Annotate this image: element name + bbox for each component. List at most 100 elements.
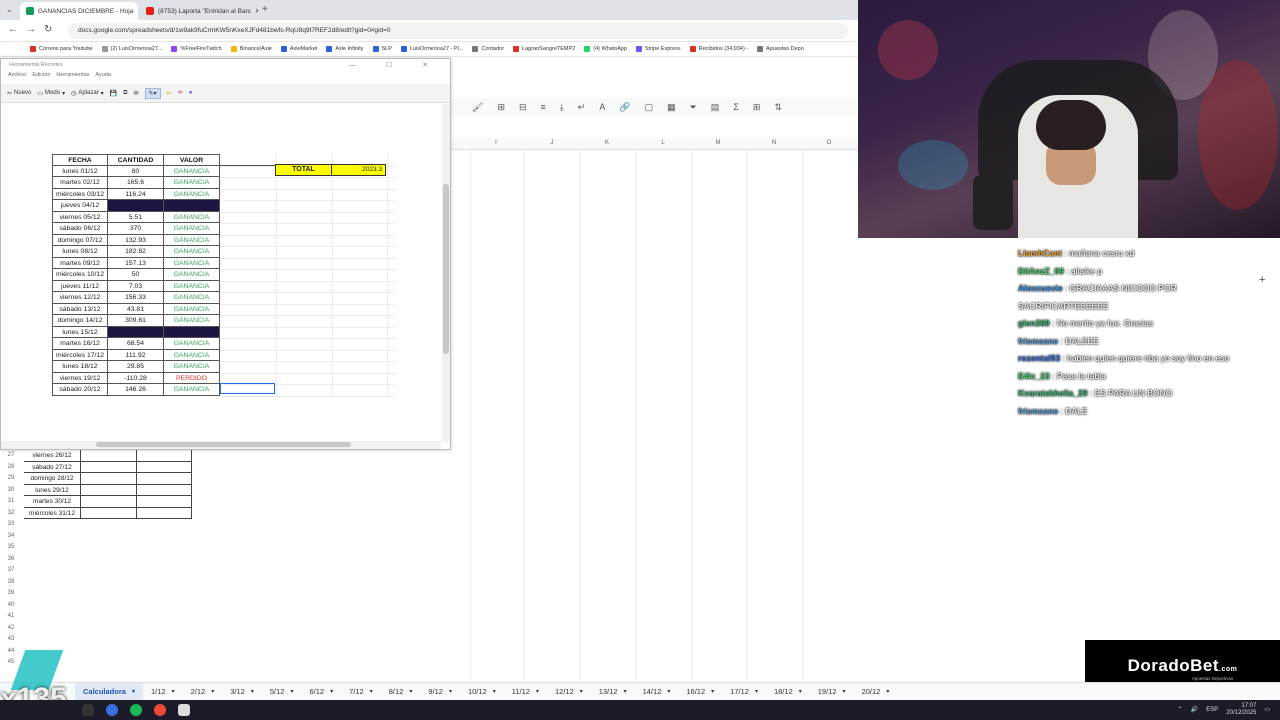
- column-header[interactable]: J: [547, 140, 557, 146]
- filter-views-icon[interactable]: ▤: [711, 102, 720, 113]
- wifi-icon[interactable]: ⌃: [1178, 707, 1183, 714]
- amount-cell[interactable]: 157.13: [108, 257, 164, 269]
- date-cell[interactable]: miércoles 31/12: [24, 507, 81, 519]
- value-cell[interactable]: GANANCIA: [164, 165, 220, 177]
- date-cell[interactable]: domingo 14/12: [52, 315, 108, 327]
- value-cell[interactable]: GANANCIA: [164, 269, 220, 281]
- sheet-tab[interactable]: 13/12 ▾: [591, 683, 635, 701]
- amount-cell[interactable]: 156.33: [108, 292, 164, 304]
- sheet-tab[interactable]: 17/12 ▾: [722, 683, 766, 701]
- date-cell[interactable]: sábado 20/12: [52, 384, 108, 396]
- value-cell[interactable]: GANANCIA: [164, 315, 220, 327]
- date-cell[interactable]: domingo 28/12: [24, 473, 81, 485]
- chevron-down-icon[interactable]: ▾: [449, 688, 452, 695]
- amount-cell[interactable]: 7.03: [108, 280, 164, 292]
- sheet-tab[interactable]: 8/12 ▾: [381, 683, 421, 701]
- value-cell[interactable]: [136, 461, 192, 473]
- date-cell[interactable]: lunes 01/12: [52, 165, 108, 177]
- date-cell[interactable]: miércoles 03/12: [52, 188, 108, 200]
- menu-item[interactable]: Archivo: [8, 72, 26, 82]
- value-cell[interactable]: GANANCIA: [164, 280, 220, 292]
- merge-icon[interactable]: ⊟: [519, 102, 527, 113]
- bookmark-item[interactable]: %FreeFireTwitch: [171, 46, 222, 52]
- app-icon[interactable]: [178, 704, 190, 716]
- save-icon[interactable]: 💾: [110, 90, 117, 97]
- date-cell[interactable]: viernes 26/12: [24, 450, 81, 462]
- bookmark-item[interactable]: AxieMarket: [280, 46, 317, 52]
- chat-username[interactable]: Alexcusvie: [1018, 283, 1062, 293]
- function-icon[interactable]: Σ: [733, 102, 739, 112]
- spotify-icon[interactable]: [130, 704, 142, 716]
- date-cell[interactable]: martes 16/12: [52, 338, 108, 350]
- sheet-tab[interactable]: 7/12 ▾: [341, 683, 381, 701]
- snipping-tool-window[interactable]: Herramienta Recortes — ☐ ✕ Archivo Edició…: [0, 58, 451, 450]
- scrollbar-thumb[interactable]: [443, 184, 449, 354]
- value-cell[interactable]: [136, 496, 192, 508]
- new-button[interactable]: ✂ Nuevo: [7, 90, 31, 97]
- value-cell[interactable]: GANANCIA: [164, 234, 220, 246]
- paint3d-icon[interactable]: ●: [189, 90, 193, 96]
- chat-username[interactable]: Kvaratskhelia_29: [1018, 388, 1087, 398]
- date-cell[interactable]: sábado 06/12: [52, 223, 108, 235]
- chevron-down-icon[interactable]: ▾: [799, 688, 802, 695]
- chevron-down-icon[interactable]: ▾: [330, 688, 333, 695]
- chevron-down-icon[interactable]: ▾: [211, 688, 214, 695]
- amount-cell[interactable]: -110.28: [108, 372, 164, 384]
- paint-format-icon[interactable]: 🖌: [472, 102, 483, 113]
- notification-icon[interactable]: ▭: [1264, 707, 1270, 714]
- amount-cell[interactable]: 68.54: [108, 338, 164, 350]
- value-cell[interactable]: [136, 484, 192, 496]
- amount-cell[interactable]: 116.24: [108, 188, 164, 200]
- sheet-tab[interactable]: 19/12 ▾: [810, 683, 854, 701]
- chevron-down-icon[interactable]: ▾: [251, 688, 254, 695]
- value-cell[interactable]: [164, 200, 220, 212]
- chat-username[interactable]: E4ic_23: [1018, 371, 1050, 381]
- amount-cell[interactable]: [81, 473, 137, 485]
- amount-cell[interactable]: 29.85: [108, 361, 164, 373]
- text-color-icon[interactable]: A: [599, 102, 605, 112]
- bookmark-item[interactable]: Contador: [472, 46, 504, 52]
- column-header[interactable]: N: [769, 140, 779, 146]
- sheet-tab[interactable]: 1/12 ▾: [143, 683, 183, 701]
- taskview-icon[interactable]: [82, 704, 94, 716]
- chevron-down-icon[interactable]: ▾: [290, 688, 293, 695]
- amount-cell[interactable]: 50: [108, 269, 164, 281]
- menu-item[interactable]: Herramientas: [56, 72, 89, 82]
- column-header[interactable]: O: [824, 140, 834, 146]
- sheet-tab[interactable]: 12/12 ▾: [547, 683, 591, 701]
- value-cell[interactable]: [136, 507, 192, 519]
- date-cell[interactable]: domingo 07/12: [52, 234, 108, 246]
- amount-cell[interactable]: [81, 496, 137, 508]
- amount-cell[interactable]: 182.82: [108, 246, 164, 258]
- bookmark-item[interactable]: (4) WhatsApp: [584, 46, 627, 52]
- bookmark-item[interactable]: LagranSangreTEMP2: [513, 46, 575, 52]
- filter-icon[interactable]: ⏷: [690, 102, 697, 113]
- chat-username[interactable]: LlamhCant: [1018, 248, 1062, 258]
- reload-icon[interactable]: ↻: [44, 24, 52, 35]
- bookmark-item[interactable]: LuisOrmenoa27 - Pl...: [400, 46, 463, 52]
- date-cell[interactable]: lunes 08/12: [52, 246, 108, 258]
- date-cell[interactable]: lunes 29/12: [24, 484, 81, 496]
- sheet-tab[interactable]: 10/12 ▾: [460, 683, 504, 701]
- value-cell[interactable]: GANANCIA: [164, 246, 220, 258]
- bookmark-item[interactable]: Correos para Youtube: [30, 46, 93, 52]
- eraser-icon[interactable]: ⬬: [178, 90, 183, 97]
- amount-cell[interactable]: [81, 484, 137, 496]
- bookmark-item[interactable]: Recibidos (34,934) -: [689, 46, 748, 52]
- align-icon[interactable]: ≡: [541, 102, 546, 112]
- chevron-down-icon[interactable]: ▾: [493, 688, 496, 695]
- freeze-icon[interactable]: ⊞: [753, 102, 761, 113]
- pen-icon[interactable]: ✎▾: [144, 87, 161, 99]
- bookmark-item[interactable]: Stripe Express: [635, 46, 681, 52]
- value-cell[interactable]: GANANCIA: [164, 361, 220, 373]
- amount-cell[interactable]: [108, 200, 164, 212]
- comment-icon[interactable]: ▢: [645, 102, 654, 113]
- clock[interactable]: 17:07 20/12/2025: [1226, 703, 1256, 717]
- date-cell[interactable]: viernes 19/12: [52, 372, 108, 384]
- amount-cell[interactable]: [81, 461, 137, 473]
- value-cell[interactable]: GANANCIA: [164, 223, 220, 235]
- value-cell[interactable]: GANANCIA: [164, 338, 220, 350]
- date-cell[interactable]: lunes 18/12: [52, 361, 108, 373]
- value-cell[interactable]: GANANCIA: [164, 177, 220, 189]
- chat-username[interactable]: DiiAnzZ_69: [1018, 266, 1064, 276]
